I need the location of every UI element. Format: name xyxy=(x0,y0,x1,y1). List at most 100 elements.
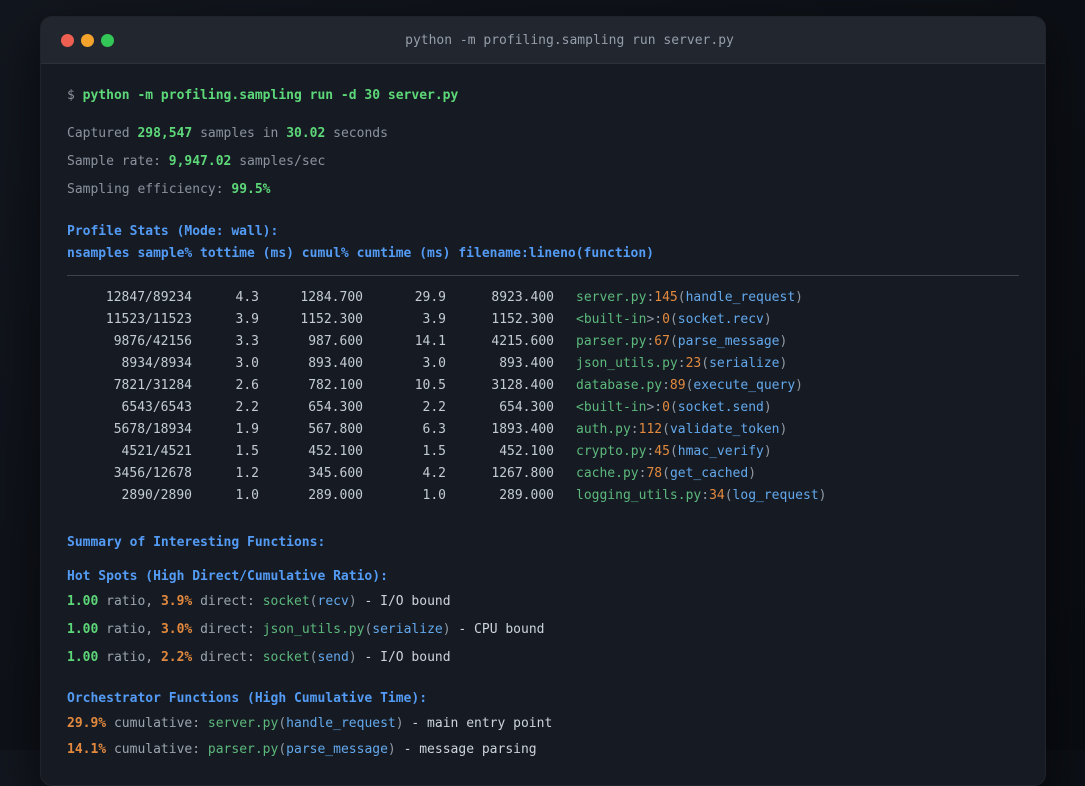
cell-nsamples: 7821/31284 xyxy=(113,378,192,393)
sample-rate-unit: samples/sec xyxy=(239,154,326,169)
terminal-content: $ python -m profiling.sampling run -d 30… xyxy=(41,64,1045,761)
efficiency-value: 99.5% xyxy=(231,182,271,197)
cell-sample-pct: 1.2 xyxy=(235,466,259,481)
cell-cumtime: 1267.800 xyxy=(491,466,554,481)
profile-row: 4521/4521 1.5 452.100 1.5 452.100 crypto.py:4… xyxy=(67,441,1019,463)
command-line: $ python -m profiling.sampling run -d 30… xyxy=(67,85,1019,107)
hot-spot-line: 1.00 ratio, 2.2% direct: socket(send) - … xyxy=(67,650,451,665)
efficiency-label: Sampling efficiency: xyxy=(67,182,224,197)
cell-sample-pct: 2.2 xyxy=(235,400,259,415)
orchestrator-heading: Orchestrator Functions (High Cumulative … xyxy=(67,691,428,706)
profile-table-header: nsamples sample% tottime (ms) cumul% cum… xyxy=(67,246,654,261)
cell-nsamples: 12847/89234 xyxy=(105,290,192,305)
cell-tottime: 567.800 xyxy=(308,422,363,437)
cell-cumul-pct: 3.0 xyxy=(422,356,446,371)
cell-sample-pct: 4.3 xyxy=(235,290,259,305)
cell-cumtime: 289.000 xyxy=(499,488,554,503)
titlebar[interactable]: python -m profiling.sampling run server.… xyxy=(41,17,1045,64)
sample-rate-label: Sample rate: xyxy=(67,154,161,169)
cell-cumtime: 1152.300 xyxy=(491,312,554,327)
cell-location: <built-in>:0(socket.send) xyxy=(576,400,772,415)
cell-sample-pct: 3.3 xyxy=(235,334,259,349)
cell-cumtime: 1893.400 xyxy=(491,422,554,437)
hot-spot-pct: 3.0% xyxy=(160,622,193,637)
orchestrator-line: 29.9% cumulative: server.py(handle_reque… xyxy=(67,716,553,731)
profile-row: 9876/42156 3.3 987.600 14.1 4215.600 parser.p… xyxy=(67,331,1019,353)
cell-tottime: 987.600 xyxy=(308,334,363,349)
cell-location: logging_utils.py:34(log_request) xyxy=(576,488,827,503)
orchestrator-pct: 29.9% xyxy=(67,716,107,731)
profile-row: 11523/11523 3.9 1152.300 3.9 1152.300 <built-… xyxy=(67,309,1019,331)
captured-seconds-label: seconds xyxy=(333,126,388,141)
cell-cumtime: 3128.400 xyxy=(491,378,554,393)
cell-cumul-pct: 14.1 xyxy=(414,334,446,349)
captured-samples-label: samples in xyxy=(200,126,279,141)
hot-spot-line: 1.00 ratio, 3.9% direct: socket(recv) - … xyxy=(67,594,451,609)
cell-sample-pct: 2.6 xyxy=(235,378,259,393)
cell-sample-pct: 1.0 xyxy=(235,488,259,503)
cell-nsamples: 2890/2890 xyxy=(121,488,192,503)
cell-sample-pct: 1.5 xyxy=(235,444,259,459)
hot-spot-pct: 3.9% xyxy=(160,594,193,609)
cell-cumtime: 654.300 xyxy=(499,400,554,415)
cell-nsamples: 6543/6543 xyxy=(121,400,192,415)
cell-location: server.py:145(handle_request) xyxy=(576,290,803,305)
cell-cumtime: 893.400 xyxy=(499,356,554,371)
hot-spot-ratio: 1.00 xyxy=(67,622,99,637)
cell-tottime: 1152.300 xyxy=(300,312,363,327)
cell-nsamples: 4521/4521 xyxy=(121,444,192,459)
cell-cumul-pct: 1.0 xyxy=(422,488,446,503)
sample-rate-value: 9,947.02 xyxy=(168,154,232,169)
captured-line: Captured 298,547 samples in 30.02 second… xyxy=(67,123,1019,145)
cell-location: json_utils.py:23(serialize) xyxy=(576,356,788,371)
cell-cumul-pct: 3.9 xyxy=(422,312,446,327)
cell-cumul-pct: 29.9 xyxy=(414,290,446,305)
command-text: python -m profiling.sampling run -d 30 s… xyxy=(82,88,459,103)
hot-spot-line: 1.00 ratio, 3.0% direct: json_utils.py(s… xyxy=(67,622,545,637)
cell-cumul-pct: 6.3 xyxy=(422,422,446,437)
table-divider xyxy=(67,275,1019,276)
hot-spots-heading: Hot Spots (High Direct/Cumulative Ratio)… xyxy=(67,569,388,584)
cell-tottime: 782.100 xyxy=(308,378,363,393)
cell-cumul-pct: 1.5 xyxy=(422,444,446,459)
cell-tottime: 289.000 xyxy=(308,488,363,503)
cell-tottime: 1284.700 xyxy=(300,290,363,305)
cell-tottime: 893.400 xyxy=(308,356,363,371)
profile-row: 8934/8934 3.0 893.400 3.0 893.400 json_utils.… xyxy=(67,353,1019,375)
cell-tottime: 345.600 xyxy=(308,466,363,481)
cell-location: cache.py:78(get_cached) xyxy=(576,466,757,481)
window-title: python -m profiling.sampling run server.… xyxy=(405,32,734,48)
cell-cumtime: 4215.600 xyxy=(491,334,554,349)
cell-tottime: 654.300 xyxy=(308,400,363,415)
cell-cumul-pct: 10.5 xyxy=(414,378,446,393)
terminal-window: python -m profiling.sampling run server.… xyxy=(40,16,1046,786)
profile-stats-heading: Profile Stats (Mode: wall): xyxy=(67,224,279,239)
efficiency-line: Sampling efficiency: 99.5% xyxy=(67,179,1019,201)
cell-location: database.py:89(execute_query) xyxy=(576,378,803,393)
hot-spot-ratio: 1.00 xyxy=(67,650,99,665)
minimize-button-icon[interactable] xyxy=(81,33,94,47)
captured-duration-value: 30.02 xyxy=(286,126,326,141)
cell-location: parser.py:67(parse_message) xyxy=(576,334,788,349)
close-button-icon[interactable] xyxy=(61,33,74,47)
cell-sample-pct: 3.0 xyxy=(235,356,259,371)
sample-rate-line: Sample rate: 9,947.02 samples/sec xyxy=(67,151,1019,173)
captured-label: Captured xyxy=(67,126,130,141)
cell-location: crypto.py:45(hmac_verify) xyxy=(576,444,772,459)
profile-row: 2890/2890 1.0 289.000 1.0 289.000 logging_uti… xyxy=(67,485,1019,507)
cell-cumtime: 8923.400 xyxy=(491,290,554,305)
cell-cumtime: 452.100 xyxy=(499,444,554,459)
maximize-button-icon[interactable] xyxy=(101,33,114,47)
profile-row: 7821/31284 2.6 782.100 10.5 3128.400 database… xyxy=(67,375,1019,397)
profile-row: 5678/18934 1.9 567.800 6.3 1893.400 auth.py:1… xyxy=(67,419,1019,441)
profile-row: 3456/12678 1.2 345.600 4.2 1267.800 cache.py:… xyxy=(67,463,1019,485)
hot-spot-ratio: 1.00 xyxy=(67,594,99,609)
captured-samples-value: 298,547 xyxy=(137,126,193,141)
cell-cumul-pct: 4.2 xyxy=(422,466,446,481)
cell-sample-pct: 3.9 xyxy=(235,312,259,327)
cell-tottime: 452.100 xyxy=(308,444,363,459)
cell-nsamples: 11523/11523 xyxy=(105,312,192,327)
profile-row: 6543/6543 2.2 654.300 2.2 654.300 <built-in>:… xyxy=(67,397,1019,419)
cell-sample-pct: 1.9 xyxy=(235,422,259,437)
hot-spot-pct: 2.2% xyxy=(160,650,193,665)
